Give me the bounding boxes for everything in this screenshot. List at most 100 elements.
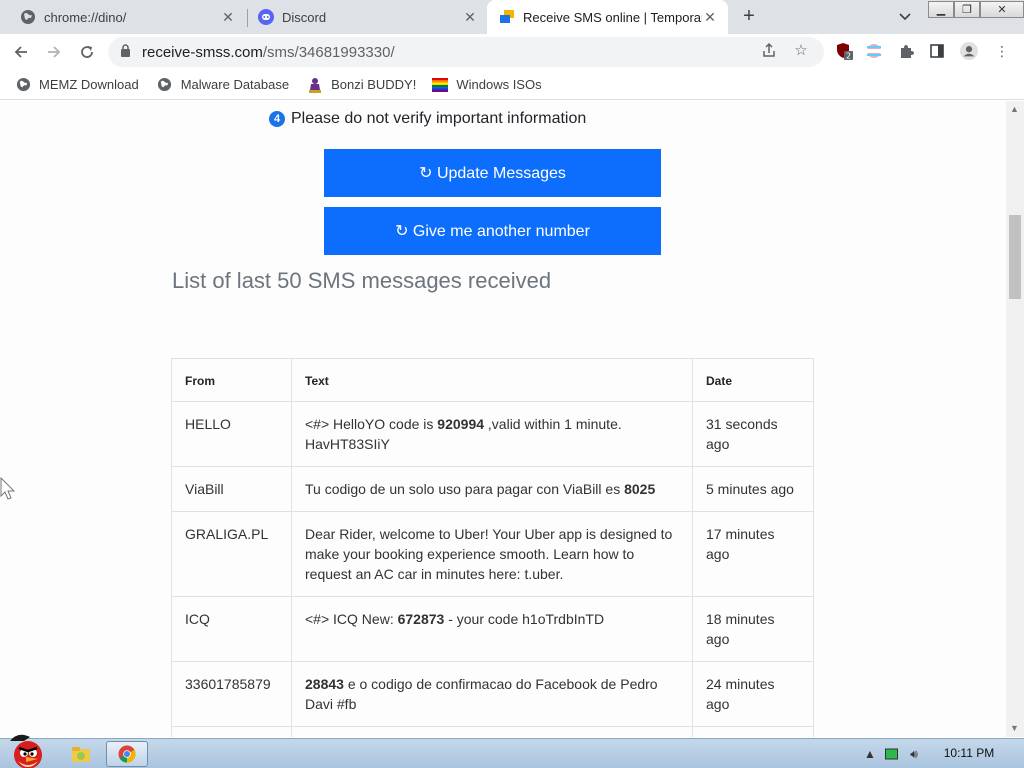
another-number-button[interactable]: ↻ Give me another number xyxy=(324,207,661,255)
globe-icon xyxy=(15,77,31,93)
message-code[interactable]: 920994 xyxy=(437,416,484,432)
table-row: ICQ <#> ICQ New: 672873 - your code h1oT… xyxy=(171,596,814,662)
sms-site-icon xyxy=(499,9,515,25)
window-close-button[interactable]: ✕ xyxy=(980,1,1024,18)
sender xyxy=(171,726,292,737)
tab-title: Receive SMS online | Temporary xyxy=(523,9,702,25)
ublock-extension-icon[interactable]: 2 xyxy=(835,42,853,60)
message-text: Tu codigo de un solo uso para pagar con … xyxy=(291,466,693,512)
tab-dino[interactable]: chrome://dino/ ✕ xyxy=(0,0,246,34)
number-badge-icon: 4 xyxy=(269,111,285,127)
forward-button[interactable] xyxy=(43,41,65,63)
column-header-text: Text xyxy=(291,358,693,402)
chrome-icon xyxy=(118,745,136,763)
mouse-cursor-icon xyxy=(0,477,16,500)
close-icon[interactable]: ✕ xyxy=(462,9,478,25)
lock-icon[interactable] xyxy=(120,44,134,60)
scrollbar-thumb[interactable] xyxy=(1009,215,1021,299)
angry-bird-start-icon xyxy=(10,734,42,768)
flag-extension-icon[interactable] xyxy=(865,42,883,60)
message-code[interactable]: 672873 xyxy=(398,611,445,627)
sender: ICQ xyxy=(171,596,292,662)
url-path: /sms/34681993330/ xyxy=(262,43,395,61)
reload-button[interactable] xyxy=(76,41,98,63)
extensions-puzzle-icon[interactable] xyxy=(897,42,915,60)
bookmark-label: Bonzi BUDDY! xyxy=(331,77,417,92)
volume-icon[interactable]: 🔊︎ xyxy=(906,746,922,762)
column-header-from: From xyxy=(171,358,292,402)
message-part: e o codigo de confirmacao do Facebook de… xyxy=(305,676,658,712)
table-row xyxy=(171,726,814,737)
tab-title: chrome://dino/ xyxy=(44,9,127,25)
back-button[interactable] xyxy=(10,41,32,63)
column-header-date: Date xyxy=(692,358,814,402)
side-panel-icon[interactable] xyxy=(928,42,946,60)
table-header-row: From Text Date xyxy=(171,358,814,402)
message-code[interactable]: 8025 xyxy=(624,481,655,497)
chrome-menu-icon[interactable]: ⋮ xyxy=(993,42,1011,60)
message-text: <#> ICQ New: 672873 - your code h1oTrdbI… xyxy=(291,596,693,662)
maximize-button[interactable]: ❐ xyxy=(954,1,980,18)
received-date xyxy=(692,726,814,737)
close-icon[interactable]: ✕ xyxy=(702,9,718,25)
tab-search-chevron-icon[interactable] xyxy=(896,8,914,26)
battery-icon[interactable] xyxy=(884,746,900,762)
message-code[interactable]: 28843 xyxy=(305,676,344,692)
table-row: GRALIGA.PL Dear Rider, welcome to Uber! … xyxy=(171,511,814,597)
sender: HELLO xyxy=(171,401,292,467)
sender: 33601785879 xyxy=(171,661,292,727)
tab-strip: chrome://dino/ ✕ Discord ✕ Receive SMS o… xyxy=(0,0,1024,34)
url-text: receive-smss.com/sms/34681993330/ xyxy=(142,44,395,61)
tab-title: Discord xyxy=(282,9,327,25)
share-icon[interactable] xyxy=(760,41,778,59)
received-date: 24 minutes ago xyxy=(692,661,814,727)
show-hidden-icons-icon[interactable]: ▲ xyxy=(862,746,878,762)
message-part: - your code h1oTrdbInTD xyxy=(444,611,605,627)
bookmarks-bar: MEMZ Download Malware Database Bonzi BUD… xyxy=(0,70,1024,100)
scroll-down-arrow-icon[interactable]: ▼ xyxy=(1010,723,1019,733)
message-text xyxy=(291,726,693,737)
page-scrollbar[interactable]: ▲ ▼ xyxy=(1006,101,1024,737)
update-messages-button[interactable]: ↻ Update Messages xyxy=(324,149,661,197)
bookmark-label: Malware Database xyxy=(180,77,290,92)
message-part: <#> ICQ New: xyxy=(305,611,398,627)
bookmark-malware-database[interactable]: Malware Database xyxy=(157,77,289,93)
taskbar: ▲ 🔊︎ 10:11 PM xyxy=(0,734,1024,768)
window-controls: ▁ ❐ ✕ xyxy=(928,1,1024,19)
table-row: HELLO <#> HelloYO code is 920994 ,valid … xyxy=(171,401,814,467)
message-text: 28843 e o codigo de confirmacao do Faceb… xyxy=(291,661,693,727)
tab-receive-sms[interactable]: Receive SMS online | Temporary ✕ xyxy=(487,0,728,34)
bookmark-memz[interactable]: MEMZ Download xyxy=(15,77,139,93)
bookmark-windows-isos[interactable]: Windows ISOs xyxy=(432,77,542,93)
notice-text: Please do not verify important informati… xyxy=(291,110,587,127)
bookmark-star-icon[interactable]: ☆ xyxy=(792,41,810,59)
taskbar-chrome[interactable] xyxy=(106,741,148,767)
folder-icon xyxy=(72,747,90,762)
scroll-up-arrow-icon[interactable]: ▲ xyxy=(1010,104,1019,114)
sender: GRALIGA.PL xyxy=(171,511,292,597)
taskbar-explorer[interactable] xyxy=(60,741,102,767)
message-part: <#> HelloYO code is xyxy=(305,416,438,432)
start-button[interactable] xyxy=(4,731,50,768)
received-date: 5 minutes ago xyxy=(692,466,814,512)
browser-toolbar: receive-smss.com/sms/34681993330/ ☆ 2 ⋮ xyxy=(0,34,1024,70)
profile-avatar-icon[interactable] xyxy=(960,42,978,60)
bonzi-icon xyxy=(307,77,323,93)
minimize-button[interactable]: ▁ xyxy=(928,1,954,18)
received-date: 17 minutes ago xyxy=(692,511,814,597)
section-title: List of last 50 SMS messages received xyxy=(172,268,552,293)
message-part: Tu codigo de un solo uso para pagar con … xyxy=(305,481,625,497)
received-date: 18 minutes ago xyxy=(692,596,814,662)
notice: 4 Please do not verify important informa… xyxy=(269,110,586,128)
url-host: receive-smss.com xyxy=(142,43,263,61)
close-icon[interactable]: ✕ xyxy=(220,9,236,25)
tab-discord[interactable]: Discord ✕ xyxy=(238,0,488,34)
sender: ViaBill xyxy=(171,466,292,512)
taskbar-clock[interactable]: 10:11 PM xyxy=(932,746,1006,760)
bookmark-bonzi-buddy[interactable]: Bonzi BUDDY! xyxy=(307,77,416,93)
sms-table: From Text Date HELLO <#> HelloYO code is… xyxy=(171,358,814,737)
received-date: 31 seconds ago xyxy=(692,401,814,467)
message-text: Dear Rider, welcome to Uber! Your Uber a… xyxy=(291,511,693,597)
new-tab-button[interactable]: + xyxy=(738,5,760,27)
address-bar[interactable]: receive-smss.com/sms/34681993330/ xyxy=(108,37,824,67)
